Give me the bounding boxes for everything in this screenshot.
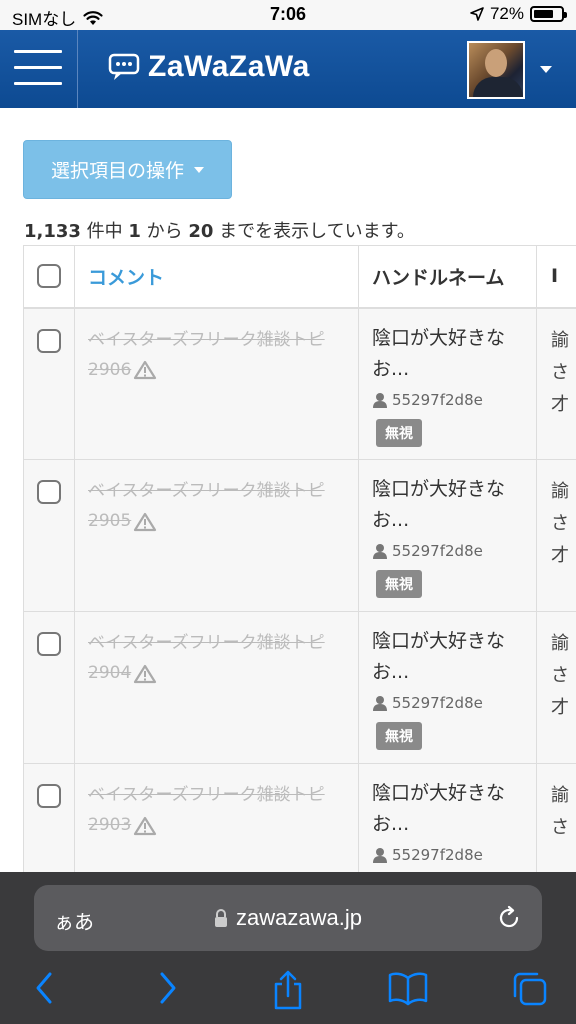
status-bar: SIMなし 7:06 72% (0, 0, 576, 30)
extra-cell: 諭 さ 才 (536, 459, 576, 612)
site-logo[interactable]: ZaWaZaWa (108, 50, 310, 84)
warning-icon (134, 360, 157, 380)
comment-title-link[interactable]: ベイスターズフリーク雑談トピ2903 (88, 785, 325, 835)
lock-icon (215, 909, 228, 927)
user-id: 55297f2d8e (392, 846, 483, 864)
url-display: zawazawa.jp (34, 905, 542, 931)
table-header-row: コメント ハンドルネーム I (23, 245, 576, 309)
user-id-line: 55297f2d8e (372, 542, 526, 560)
logo-text: ZaWaZaWa (148, 50, 310, 83)
user-id-line: 55297f2d8e (372, 846, 526, 864)
dropdown-caret-icon (194, 166, 204, 173)
handle-cell: 陰口が大好きなお... 55297f2d8e 無視 (358, 763, 537, 875)
result-text-1: 件中 (80, 221, 129, 242)
extra-column-header: I (536, 245, 576, 309)
browser-toolbar (0, 970, 576, 1014)
table-row: ベイスターズフリーク雑談トピ2904 陰口が大好きなお... 55297f2d8… (23, 611, 576, 764)
handle-name[interactable]: 陰口が大好きなお... (372, 474, 526, 536)
row-select-cell (23, 611, 75, 764)
account-dropdown-icon[interactable] (540, 66, 552, 73)
comment-cell: ベイスターズフリーク雑談トピ2906 (74, 307, 359, 460)
result-from: 1 (128, 221, 141, 242)
address-bar[interactable]: ぁあ zawazawa.jp (34, 885, 542, 951)
bookmarks-icon[interactable] (388, 970, 428, 1006)
user-avatar[interactable] (467, 41, 525, 99)
comment-column-header[interactable]: コメント (74, 245, 359, 309)
warning-icon (134, 816, 157, 835)
handle-name[interactable]: 陰口が大好きなお... (372, 626, 526, 688)
table-row: ベイスターズフリーク雑談トピ2906 陰口が大好きなお... 55297f2d8… (23, 307, 576, 460)
table-row: ベイスターズフリーク雑談トピ2903 陰口が大好きなお... 55297f2d8… (23, 763, 576, 875)
bulk-action-button[interactable]: 選択項目の操作 (23, 140, 232, 199)
row-select-cell (23, 307, 75, 460)
user-id-line: 55297f2d8e (372, 391, 526, 409)
result-text-3: までを表示しています。 (213, 221, 415, 242)
reload-icon[interactable] (496, 905, 522, 931)
tabs-icon[interactable] (511, 970, 549, 1008)
battery-fill (534, 10, 553, 18)
extra-cell: 諭 さ 才 (536, 307, 576, 460)
handle-cell: 陰口が大好きなお... 55297f2d8e 無視 (358, 459, 537, 612)
row-select-cell (23, 763, 75, 875)
handle-cell: 陰口が大好きなお... 55297f2d8e 無視 (358, 611, 537, 764)
row-checkbox[interactable] (37, 632, 61, 656)
result-text-2: から (140, 221, 189, 242)
select-all-cell (23, 245, 75, 309)
warning-icon (134, 512, 157, 531)
user-id-line: 55297f2d8e (372, 694, 526, 712)
battery-percent: 72% (489, 4, 524, 23)
browser-bottom-bar: ぁあ zawazawa.jp (0, 872, 576, 1024)
comment-cell: ベイスターズフリーク雑談トピ2905 (74, 459, 359, 612)
forward-icon[interactable] (156, 970, 180, 1006)
user-id: 55297f2d8e (392, 542, 483, 560)
back-icon[interactable] (32, 970, 56, 1006)
user-icon (373, 696, 387, 711)
handle-column-header: ハンドルネーム (358, 245, 537, 309)
result-to: 20 (188, 221, 214, 242)
warning-icon (134, 664, 157, 683)
comment-title-link[interactable]: ベイスターズフリーク雑談トピ2904 (88, 633, 325, 683)
site-header: ZaWaZaWa (0, 30, 576, 108)
user-icon (373, 392, 387, 408)
extra-cell: 諭 さ 才 (536, 611, 576, 764)
ignore-badge[interactable]: 無視 (376, 570, 422, 598)
extra-cell: 諭 さ (536, 763, 576, 875)
row-checkbox[interactable] (37, 784, 61, 808)
location-arrow-icon (470, 7, 484, 21)
share-icon[interactable] (272, 970, 304, 1010)
comment-cell: ベイスターズフリーク雑談トピ2903 (74, 763, 359, 875)
ignore-badge[interactable]: 無視 (376, 418, 422, 447)
row-select-cell (23, 459, 75, 612)
handle-cell: 陰口が大好きなお... 55297f2d8e 無視 (358, 307, 537, 460)
row-checkbox[interactable] (37, 328, 61, 353)
ignore-badge[interactable]: 無視 (376, 722, 422, 750)
status-right: 72% (470, 4, 567, 24)
comment-title-link[interactable]: ベイスターズフリーク雑談トピ2905 (88, 481, 325, 531)
chat-bubble-logo-icon (108, 53, 140, 80)
comment-title-link[interactable]: ベイスターズフリーク雑談トピ2906 (88, 330, 325, 380)
battery-icon (530, 6, 567, 22)
select-all-checkbox[interactable] (37, 264, 61, 289)
table-row: ベイスターズフリーク雑談トピ2905 陰口が大好きなお... 55297f2d8… (23, 459, 576, 612)
bulk-action-label: 選択項目の操作 (50, 160, 184, 182)
handle-name[interactable]: 陰口が大好きなお... (372, 323, 526, 385)
user-icon (373, 544, 387, 559)
handle-name[interactable]: 陰口が大好きなお... (372, 778, 526, 840)
url-domain: zawazawa.jp (236, 905, 362, 930)
user-id: 55297f2d8e (392, 390, 483, 409)
result-total: 1,133 (24, 221, 81, 242)
comment-cell: ベイスターズフリーク雑談トピ2904 (74, 611, 359, 764)
comments-table: コメント ハンドルネーム I ベイスターズフリーク雑談トピ2906 陰口が大好き… (23, 245, 576, 875)
user-icon (373, 848, 387, 863)
hamburger-menu-icon[interactable] (14, 50, 62, 88)
comments-table-container[interactable]: コメント ハンドルネーム I ベイスターズフリーク雑談トピ2906 陰口が大好き… (23, 245, 576, 875)
user-id: 55297f2d8e (392, 694, 483, 712)
header-divider (77, 30, 78, 108)
row-checkbox[interactable] (37, 480, 61, 504)
result-count: 1,133 件中 1 から 20 までを表示しています。 (24, 217, 415, 243)
